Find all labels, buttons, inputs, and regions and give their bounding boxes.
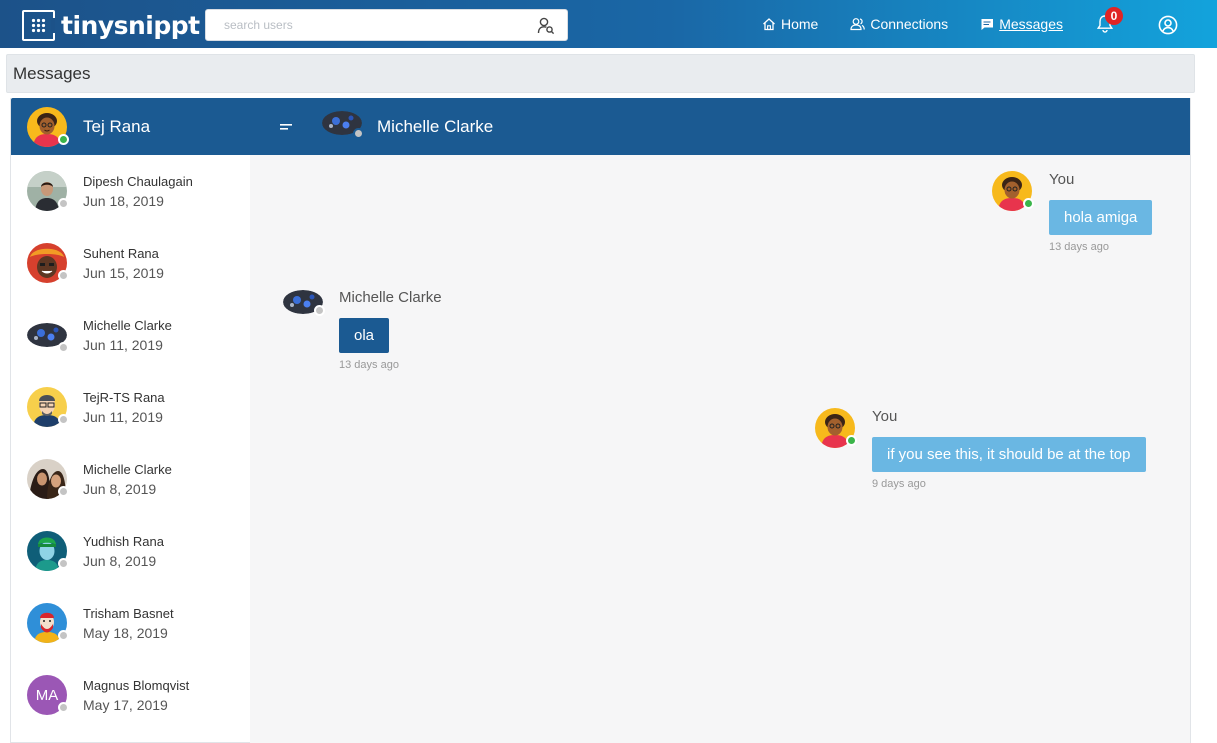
contact-name: Suhent Rana <box>83 245 159 261</box>
contact-name: Michelle Clarke <box>83 461 172 477</box>
search-input[interactable] <box>206 11 526 39</box>
contact-avatar: MA <box>27 675 69 715</box>
chat-partner-avatar[interactable] <box>322 107 364 147</box>
message-time: 9 days ago <box>872 478 926 490</box>
contact-date: Jun 8, 2019 <box>83 552 157 569</box>
nav-messages-label: Messages <box>999 16 1063 32</box>
offline-status-dot <box>314 305 325 316</box>
message-bubble: hola amiga <box>1049 200 1153 235</box>
contact-name: TejR-TS Rana <box>83 389 165 405</box>
contact-initials: MA <box>35 686 59 704</box>
menu-toggle-icon[interactable] <box>280 121 296 133</box>
contact-avatar <box>27 459 69 499</box>
contact-avatar <box>27 315 69 355</box>
contact-name: Yudhish Rana <box>83 533 164 549</box>
contact-date: May 18, 2019 <box>83 624 168 641</box>
contact-list-item[interactable]: Michelle Clarke Jun 8, 2019 <box>11 443 250 515</box>
offline-status-dot <box>58 414 69 425</box>
contact-name: Michelle Clarke <box>83 317 172 333</box>
app-logo[interactable]: tinysnippt <box>22 9 200 41</box>
contact-list-item[interactable]: MA Magnus Blomqvist May 17, 2019 <box>11 659 250 731</box>
message-bubble: ola <box>339 318 390 353</box>
contact-name: Magnus Blomqvist <box>83 677 190 693</box>
notification-badge[interactable]: 0 <box>1105 7 1123 25</box>
message-bubble: if you see this, it should be at the top <box>872 437 1146 472</box>
contact-avatar <box>27 603 69 643</box>
contact-list-item[interactable]: Dipesh Chaulagain Jun 18, 2019 <box>11 155 250 227</box>
offline-status-dot <box>353 127 364 139</box>
offline-status-dot <box>58 486 69 497</box>
current-user-name: Tej Rana <box>83 116 151 136</box>
contact-avatar <box>27 171 69 211</box>
contact-list-item[interactable]: TejR-TS Rana Jun 11, 2019 <box>11 371 250 443</box>
contact-name: Dipesh Chaulagain <box>83 173 193 189</box>
message-time: 13 days ago <box>1049 241 1109 253</box>
message-avatar <box>283 289 325 329</box>
offline-status-dot <box>58 630 69 641</box>
users-icon <box>850 18 866 31</box>
contact-list-item[interactable]: Michelle Clarke Jun 11, 2019 <box>11 299 250 371</box>
current-user-header: Tej Rana <box>11 98 250 155</box>
contact-list-item[interactable]: Yudhish Rana Jun 8, 2019 <box>11 515 250 587</box>
contact-avatar <box>27 243 69 283</box>
page-title: Messages <box>6 54 1195 93</box>
search-box <box>205 9 568 41</box>
online-status-dot <box>846 435 857 446</box>
offline-status-dot <box>58 270 69 281</box>
contact-date: Jun 15, 2019 <box>83 264 164 281</box>
contact-date: Jun 18, 2019 <box>83 192 164 209</box>
offline-status-dot <box>58 558 69 569</box>
online-status-dot <box>58 133 69 145</box>
contact-avatar <box>27 531 69 571</box>
current-user-avatar[interactable] <box>27 106 69 147</box>
contact-date: May 17, 2019 <box>83 696 168 713</box>
contact-list-item[interactable]: Trisham Basnet May 18, 2019 <box>11 587 250 659</box>
chat-panel: Michelle Clarke You hola amiga 13 days a… <box>250 98 1191 743</box>
nav-connections[interactable]: Connections <box>850 16 948 32</box>
offline-status-dot <box>58 702 69 713</box>
message-sender: You <box>1049 171 1075 188</box>
offline-status-dot <box>58 198 69 209</box>
chat-header: Michelle Clarke <box>250 98 1190 155</box>
nav-messages[interactable]: Messages <box>980 16 1063 32</box>
message-time: 13 days ago <box>339 359 399 371</box>
contact-date: Jun 11, 2019 <box>83 336 163 353</box>
chat-partner-name: Michelle Clarke <box>377 116 494 136</box>
contact-avatar <box>27 387 69 427</box>
message-sender: You <box>872 408 898 425</box>
message-avatar <box>992 171 1034 211</box>
message-sender: Michelle Clarke <box>339 289 442 306</box>
contact-list-item[interactable]: Suhent Rana Jun 15, 2019 <box>11 227 250 299</box>
contact-date: Jun 11, 2019 <box>83 408 163 425</box>
nav-home[interactable]: Home <box>762 16 818 32</box>
nav-connections-label: Connections <box>870 16 949 32</box>
contacts-panel: Tej Rana Dipesh Chaulagain Jun 18, 2019 <box>10 98 251 743</box>
offline-status-dot <box>58 342 69 353</box>
logo-text: tinysnippt <box>61 10 200 40</box>
message-icon <box>981 18 994 30</box>
user-circle-icon[interactable] <box>1158 15 1178 35</box>
contact-name: Trisham Basnet <box>83 605 174 621</box>
nav-home-label: Home <box>781 16 819 32</box>
logo-mark-icon <box>22 9 55 41</box>
message-avatar <box>815 408 857 448</box>
online-status-dot <box>1023 198 1034 209</box>
main-nav: Home Connections Messages <box>762 0 1095 48</box>
contact-date: Jun 8, 2019 <box>83 480 157 497</box>
home-icon <box>763 18 775 31</box>
user-search-icon[interactable] <box>537 17 555 35</box>
top-navbar: tinysnippt Home Connections <box>0 0 1217 48</box>
